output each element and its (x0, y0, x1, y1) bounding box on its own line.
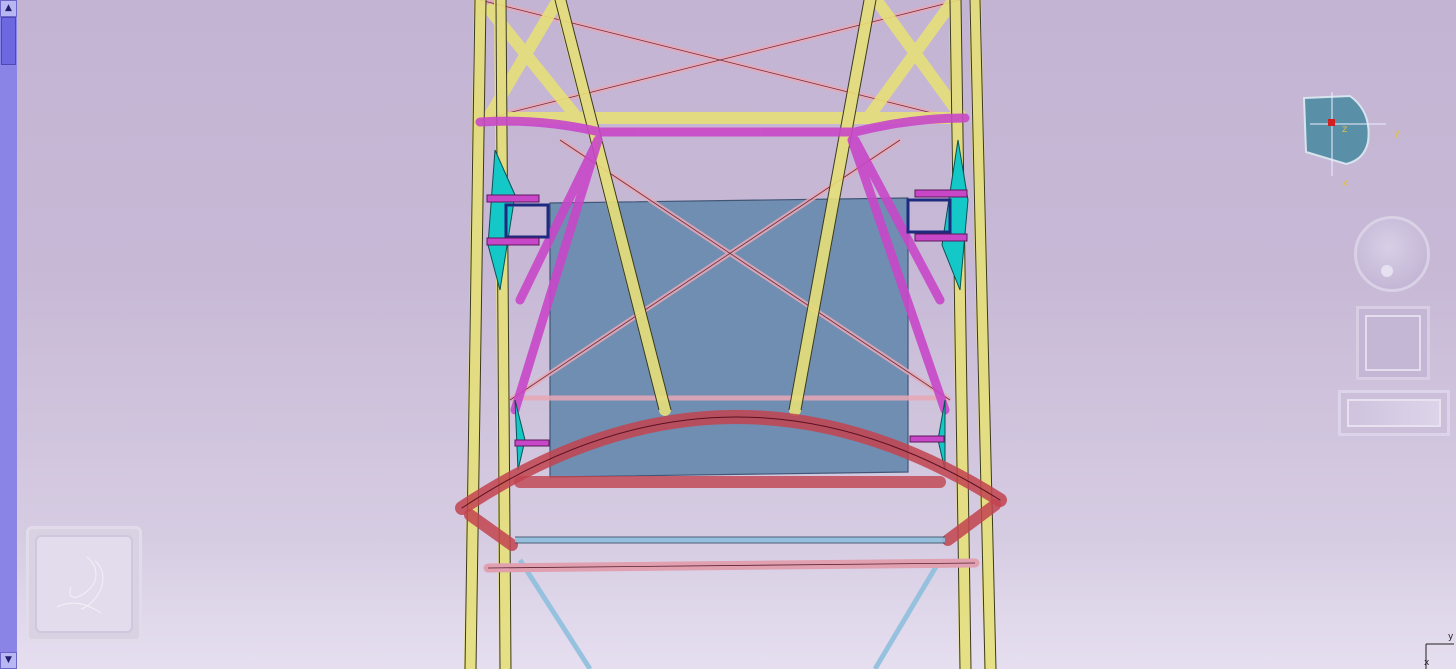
lower-struts (515, 537, 945, 669)
compass-icon (1302, 92, 1386, 176)
mini-axis-y-label: y (1448, 632, 1454, 642)
zoom-icon (1381, 265, 1393, 277)
compass-axis-x-label: x (1342, 178, 1348, 189)
zoom-control[interactable] (1354, 216, 1430, 292)
scroll-down-button[interactable]: ▼ (0, 652, 17, 669)
pan-control[interactable] (1356, 306, 1430, 380)
tree-sketch-icon (56, 556, 104, 614)
rotate-icon (1347, 399, 1441, 427)
mini-axis-indicator: y x (1420, 632, 1456, 669)
3d-viewport[interactable]: ▲ ▼ z y x y x (0, 0, 1456, 669)
compass-axis-y-label: y (1394, 128, 1400, 139)
specification-tree-icon (35, 535, 133, 633)
scroll-thumb[interactable] (1, 17, 16, 65)
vertical-scrollbar[interactable]: ▲ ▼ (0, 0, 17, 669)
rotate-control[interactable] (1338, 390, 1450, 436)
arrow-down-icon: ▼ (5, 655, 12, 665)
scroll-up-button[interactable]: ▲ (0, 0, 17, 17)
compass-axis-z-label: z (1342, 124, 1348, 135)
tower-3d-model[interactable] (0, 0, 1456, 669)
specification-tree-thumbnail[interactable] (26, 526, 142, 642)
pan-icon (1365, 315, 1421, 371)
mini-axis-x-label: x (1424, 658, 1430, 668)
arrow-up-icon: ▲ (5, 3, 12, 13)
compass[interactable]: z y x (1300, 92, 1410, 192)
